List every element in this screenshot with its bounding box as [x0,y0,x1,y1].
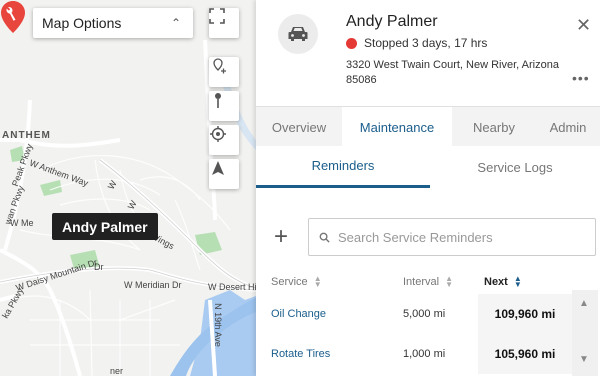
add-location-icon [213,58,226,74]
column-header-next[interactable]: Next ▲ ▼ [484,274,522,289]
service-name-link[interactable]: Rotate Tires [271,334,330,374]
sort-icon: ▲ ▼ [445,274,453,289]
vehicle-status-text: Stopped 3 days, 17 hrs [364,36,488,50]
navigate-button[interactable] [209,159,239,189]
map-label-meridian: W Meridian Dr [124,280,182,290]
service-interval: 1,000 mi [403,348,446,360]
chevron-up-icon: ⌃ [170,16,181,30]
tab-admin[interactable]: Admin [536,107,600,147]
map-label-desert-hills: W Desert Hill [208,282,256,292]
service-interval: 5,000 mi [403,308,446,320]
vehicle-label-tag[interactable]: Andy Palmer [52,213,158,240]
scroll-down-icon[interactable]: ▼ [579,354,589,365]
map-options-label: Map Options [42,15,122,31]
map-label-n-19th: N 19th Ave [212,303,223,347]
table-row[interactable]: Rotate Tires 1,000 mi 105,960 mi [256,334,572,374]
car-icon [288,27,308,41]
tab-nearby[interactable]: Nearby [452,107,536,147]
search-reminders-input[interactable] [338,229,578,245]
vehicle-avatar [278,14,318,54]
subtab-service-logs[interactable]: Service Logs [430,146,600,188]
vehicle-detail-panel: Andy Palmer Stopped 3 days, 17 hrs 3320 … [256,0,600,376]
map-label-anthem: ANTHEM [2,130,51,141]
column-header-interval-label: Interval [403,276,440,288]
table-row[interactable]: Oil Change 5,000 mi 109,960 mi [256,294,572,334]
service-next-due: 105,960 mi [478,334,572,374]
my-location-button[interactable] [209,125,239,155]
status-dot-icon [346,37,357,49]
tab-overview[interactable]: Overview [256,107,342,147]
vehicle-status: Stopped 3 days, 17 hrs [346,36,487,50]
vehicle-address: 3320 West Twain Court, New River, Arizon… [346,59,559,86]
column-header-service-label: Service [271,276,308,288]
column-header-next-label: Next [484,276,508,288]
fullscreen-button[interactable] [209,8,239,38]
service-name-link[interactable]: Oil Change [271,294,326,334]
navigation-arrow-icon [212,161,224,175]
vehicle-name: Andy Palmer [346,13,438,30]
map-view[interactable]: ANTHEM W Anthem Way Peak Pkwy wan Pkwy k… [0,0,256,376]
sort-descending-icon: ▲ ▼ [513,274,522,289]
scroll-up-icon[interactable]: ▲ [579,298,589,309]
place-pin-button[interactable] [209,91,239,121]
table-scrollbar[interactable]: ▲ ▼ [572,290,598,376]
column-header-service[interactable]: Service ▲ ▼ [271,274,322,289]
pin-icon [215,93,221,108]
map-label-dr: Dr [94,262,104,272]
panel-tabs: Overview Maintenance Nearby Admin [256,106,600,147]
map-label-w-me: W Me [10,218,34,228]
maintenance-subtabs: Reminders Service Logs [256,146,600,188]
search-icon [319,232,330,243]
search-reminders-field[interactable] [308,218,596,256]
map-label-ner: ner [110,366,124,376]
column-header-interval[interactable]: Interval ▲ ▼ [403,274,453,289]
add-reminder-button[interactable]: + [274,225,288,249]
fullscreen-icon [209,8,225,24]
service-next-due: 109,960 mi [478,294,572,334]
add-location-button[interactable] [209,57,239,87]
tab-maintenance[interactable]: Maintenance [342,107,452,147]
close-icon[interactable]: ✕ [576,16,591,34]
sort-icon: ▲ ▼ [313,274,322,289]
subtab-reminders[interactable]: Reminders [256,146,430,188]
more-options-icon[interactable]: ••• [572,70,590,86]
crosshair-icon [210,126,226,142]
vehicle-pin-icon[interactable] [0,0,26,34]
map-options-dropdown[interactable]: Map Options ⌃ [33,8,193,38]
